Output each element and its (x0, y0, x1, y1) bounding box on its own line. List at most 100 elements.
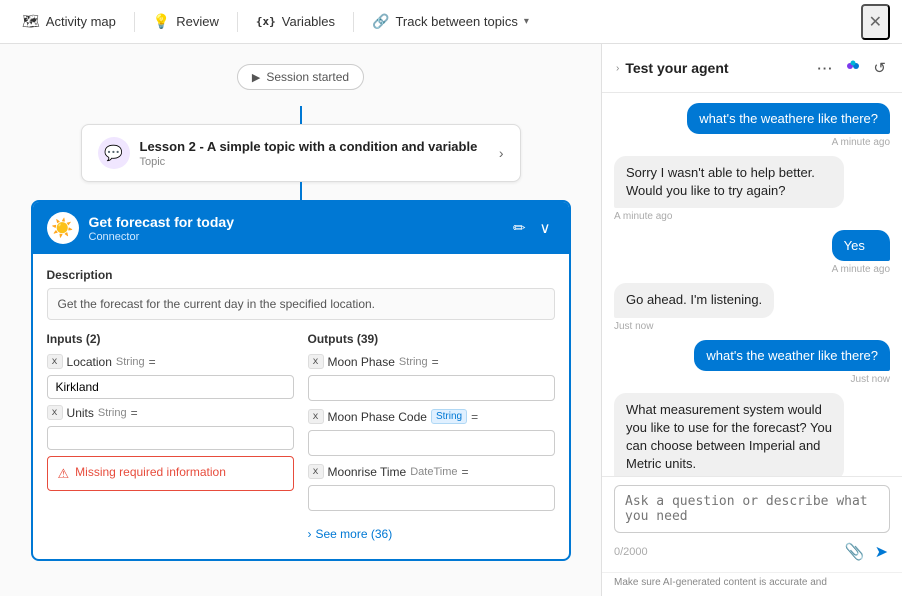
copilot-logo-button[interactable] (841, 54, 865, 82)
copilot-icon (843, 56, 863, 76)
moon-phase-type: String (399, 356, 428, 368)
warning-icon: ⚠ (58, 466, 70, 482)
moon-phase-code-eq: = (471, 410, 478, 424)
char-count: 0/2000 (614, 546, 648, 558)
error-box: ⚠ Missing required information (47, 456, 294, 491)
chat-body: what's the weathere like there? A minute… (602, 93, 902, 476)
chat-disclaimer: Make sure AI-generated content is accura… (602, 572, 902, 596)
moon-phase-code-badge: x (308, 409, 324, 424)
connector-subtitle: Connector (89, 231, 499, 243)
canvas: ▶ Session started 💬 Lesson 2 - A simple … (0, 44, 601, 596)
attach-button[interactable]: 📎 (843, 540, 867, 564)
message-6: What measurement system would you like t… (614, 393, 844, 476)
chat-footer-row: 0/2000 📎 ➤ (614, 540, 890, 564)
message-4-time: Just now (614, 321, 774, 332)
more-options-button[interactable]: ··· (815, 59, 835, 78)
connector-title: Get forecast for today (89, 214, 499, 230)
collapse-button[interactable]: ∨ (536, 217, 555, 239)
connector-line-2 (300, 182, 302, 200)
moonrise-badge: x (308, 464, 324, 479)
location-input[interactable] (47, 375, 294, 399)
sun-icon: ☀️ (51, 218, 73, 239)
topbar-separator-3 (353, 12, 354, 32)
connector-header-actions: ✏ ∨ (509, 217, 555, 239)
message-5-time: Just now (694, 374, 890, 385)
send-button[interactable]: ➤ (873, 540, 890, 564)
moon-phase-code-output (308, 430, 555, 456)
topbar-variables-label: Variables (282, 14, 335, 29)
location-type: String (116, 356, 145, 368)
connector-card-header: ☀️ Get forecast for today Connector ✏ ∨ (33, 202, 569, 254)
topbar-activity-map[interactable]: 🗺 Activity map (12, 7, 126, 36)
map-icon: 🗺 (22, 13, 40, 30)
units-badge: x (47, 405, 63, 420)
see-more-button[interactable]: › See more (36) (308, 523, 555, 545)
track-icon: 🔗 (372, 13, 389, 30)
chat-footer-icons: 📎 ➤ (843, 540, 890, 564)
send-icon: ➤ (875, 544, 888, 561)
connector-icon-wrap: ☀️ (47, 212, 79, 244)
moonrise-output (308, 485, 555, 511)
message-5: what's the weather like there? Just now (694, 340, 890, 385)
topbar-review-label: Review (176, 14, 219, 29)
chat-header: › Test your agent ··· ↺ (602, 44, 902, 93)
moon-phase-badge: x (308, 354, 324, 369)
units-input[interactable] (47, 426, 294, 450)
topic-node-subtitle: Topic (140, 156, 489, 168)
message-3-bubble: Yes (832, 230, 890, 261)
chat-footer: 0/2000 📎 ➤ (602, 476, 902, 572)
moon-phase-output (308, 375, 555, 401)
topbar-separator-1 (134, 12, 135, 32)
chat-input[interactable] (614, 485, 890, 533)
topbar-separator-2 (237, 12, 238, 32)
description-label: Description (47, 268, 555, 282)
refresh-button[interactable]: ↺ (871, 57, 888, 79)
play-icon: ▶ (252, 71, 260, 84)
chevron-down-icon: ▾ (524, 16, 529, 27)
message-6-bubble: What measurement system would you like t… (614, 393, 844, 476)
message-2-time: A minute ago (614, 211, 844, 222)
moon-phase-eq: = (432, 355, 439, 369)
collapse-icon: ∨ (540, 220, 551, 237)
chat-bubble-icon: 💬 (104, 144, 123, 162)
topbar-track-label: Track between topics (395, 14, 517, 29)
chat-header-actions: ··· ↺ (815, 54, 888, 82)
connector-card: ☀️ Get forecast for today Connector ✏ ∨ (31, 200, 571, 561)
units-eq: = (131, 406, 138, 420)
topic-icon: 💬 (98, 137, 130, 169)
topbar-review[interactable]: 💡 Review (143, 7, 229, 36)
outputs-section-title: Outputs (39) (308, 332, 555, 346)
expand-icon[interactable]: › (616, 63, 619, 74)
main-content: ▶ Session started 💬 Lesson 2 - A simple … (0, 44, 902, 596)
message-4-bubble: Go ahead. I'm listening. (614, 283, 774, 317)
location-badge: x (47, 354, 63, 369)
message-1-time: A minute ago (687, 137, 890, 148)
message-1: what's the weathere like there? A minute… (687, 103, 890, 148)
moon-phase-code-type: String (431, 409, 467, 424)
location-eq: = (149, 355, 156, 369)
edit-button[interactable]: ✏ (509, 217, 530, 239)
description-text: Get the forecast for the current day in … (47, 288, 555, 320)
right-panel: › Test your agent ··· ↺ what's the weath… (602, 44, 902, 596)
input-row-units: x Units String = (47, 405, 294, 420)
session-started-button[interactable]: ▶ Session started (237, 64, 364, 90)
message-1-bubble: what's the weathere like there? (687, 103, 890, 134)
io-row: Inputs (2) x Location String = (47, 332, 555, 545)
topic-node[interactable]: 💬 Lesson 2 - A simple topic with a condi… (81, 124, 521, 182)
close-button[interactable]: ✕ (861, 4, 890, 40)
inputs-col: Inputs (2) x Location String = (47, 332, 294, 545)
moon-phase-name: Moon Phase (328, 355, 395, 369)
variables-icon: {x} (256, 15, 276, 28)
connector-header-text: Get forecast for today Connector (89, 214, 499, 243)
message-2-bubble: Sorry I wasn't able to help better. Woul… (614, 156, 844, 208)
topbar-track[interactable]: 🔗 Track between topics ▾ (362, 7, 539, 36)
topbar-variables[interactable]: {x} Variables (246, 8, 345, 35)
topic-node-text: Lesson 2 - A simple topic with a conditi… (140, 139, 489, 168)
session-started-label: Session started (266, 70, 349, 84)
outputs-col: Outputs (39) x Moon Phase String = (308, 332, 555, 545)
chevron-right-icon: › (308, 527, 312, 541)
error-text: Missing required information (75, 465, 226, 479)
connector-line-1 (300, 106, 302, 124)
close-icon: ✕ (869, 14, 882, 31)
topic-chevron-icon: › (499, 145, 504, 161)
